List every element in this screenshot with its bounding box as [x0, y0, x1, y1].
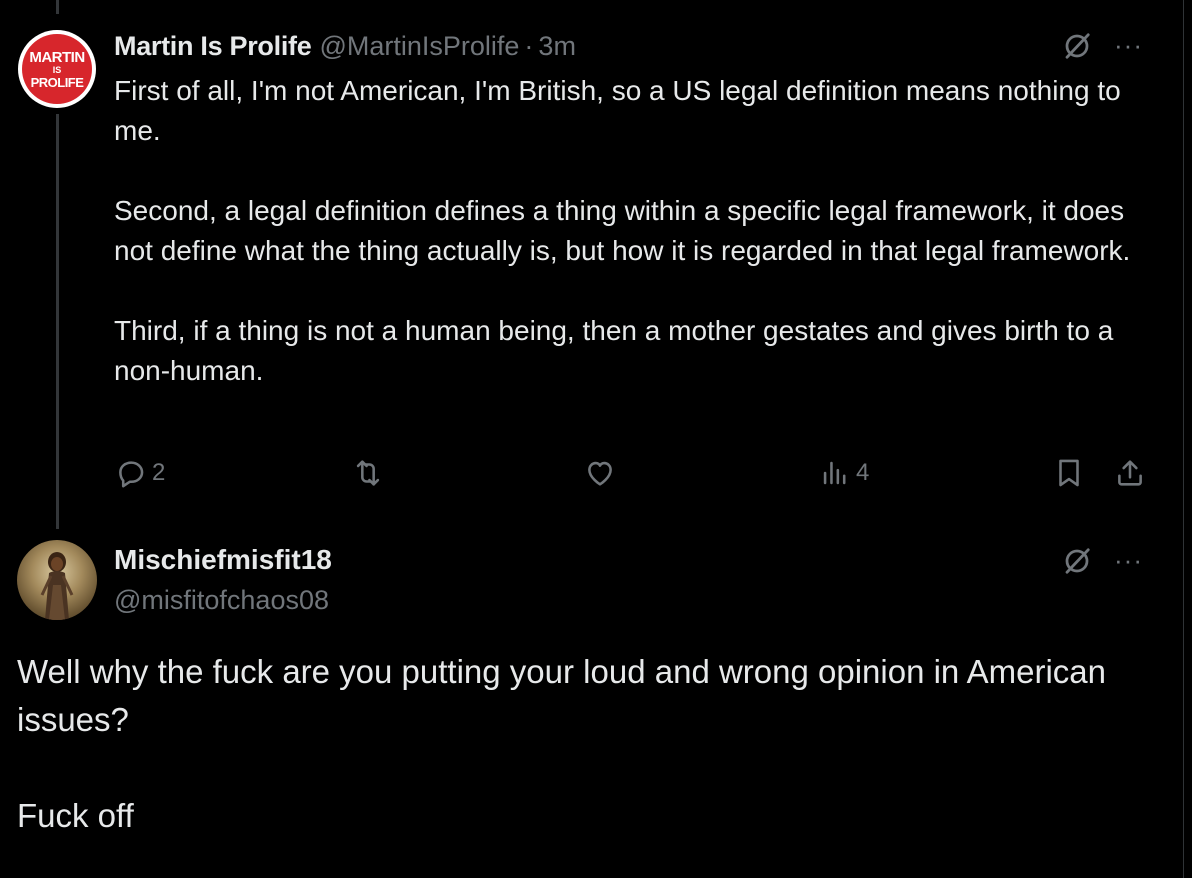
- tweet-paragraph: Second, a legal definition defines a thi…: [114, 195, 1132, 266]
- like-icon: [588, 461, 612, 486]
- avatar-text: IS: [52, 64, 62, 75]
- reply-button[interactable]: 2: [114, 455, 165, 491]
- like-button[interactable]: [583, 455, 617, 491]
- avatar-figure-image: [40, 552, 74, 620]
- avatar[interactable]: [17, 540, 97, 620]
- views-icon: [823, 461, 846, 485]
- more-icon[interactable]: ···: [1114, 32, 1143, 58]
- reply-icon: [119, 461, 144, 488]
- user-handle[interactable]: @MartinIsProlife: [319, 31, 519, 62]
- views-count: 4: [856, 459, 870, 486]
- display-name[interactable]: Mischiefmisfit18: [114, 541, 332, 579]
- share-icon: [1118, 460, 1142, 486]
- separator-dot: ·: [524, 30, 534, 61]
- avatar-text: MARTIN: [29, 48, 85, 66]
- thread-connector-line: [56, 114, 59, 529]
- avatar[interactable]: MARTIN IS PROLIFE: [18, 30, 96, 108]
- tweet-paragraph: Well why the fuck are you putting your l…: [17, 653, 1116, 738]
- tweet-header: Martin Is Prolife @MartinIsProlife · 3m: [114, 28, 576, 64]
- display-name[interactable]: Martin Is Prolife: [114, 31, 312, 62]
- timeline-right-border: [1183, 0, 1184, 878]
- views-button[interactable]: 4: [818, 455, 869, 491]
- retweet-button[interactable]: [351, 455, 385, 491]
- thread-connector-line: [56, 0, 59, 14]
- reply-count: 2: [152, 459, 166, 486]
- avatar-text: PROLIFE: [30, 74, 84, 90]
- bookmark-button[interactable]: [1052, 455, 1086, 491]
- user-handle[interactable]: @misfitofchaos08: [114, 582, 329, 618]
- avatar-logo: MARTIN IS PROLIFE: [22, 34, 92, 104]
- tweet-paragraph: Fuck off: [17, 797, 134, 834]
- grok-icon[interactable]: [1062, 31, 1092, 61]
- tweet-text: First of all, I'm not American, I'm Brit…: [114, 71, 1154, 391]
- timestamp[interactable]: 3m: [538, 31, 576, 62]
- tweet-paragraph: First of all, I'm not American, I'm Brit…: [114, 75, 1129, 146]
- grok-icon[interactable]: [1062, 546, 1092, 576]
- tweet-paragraph: Third, if a thing is not a human being, …: [114, 315, 1122, 386]
- retweet-icon: [356, 460, 380, 486]
- tweet-text: Well why the fuck are you putting your l…: [17, 648, 1137, 840]
- share-button[interactable]: [1113, 455, 1147, 491]
- bookmark-icon: [1059, 459, 1079, 487]
- more-icon[interactable]: ···: [1114, 547, 1143, 573]
